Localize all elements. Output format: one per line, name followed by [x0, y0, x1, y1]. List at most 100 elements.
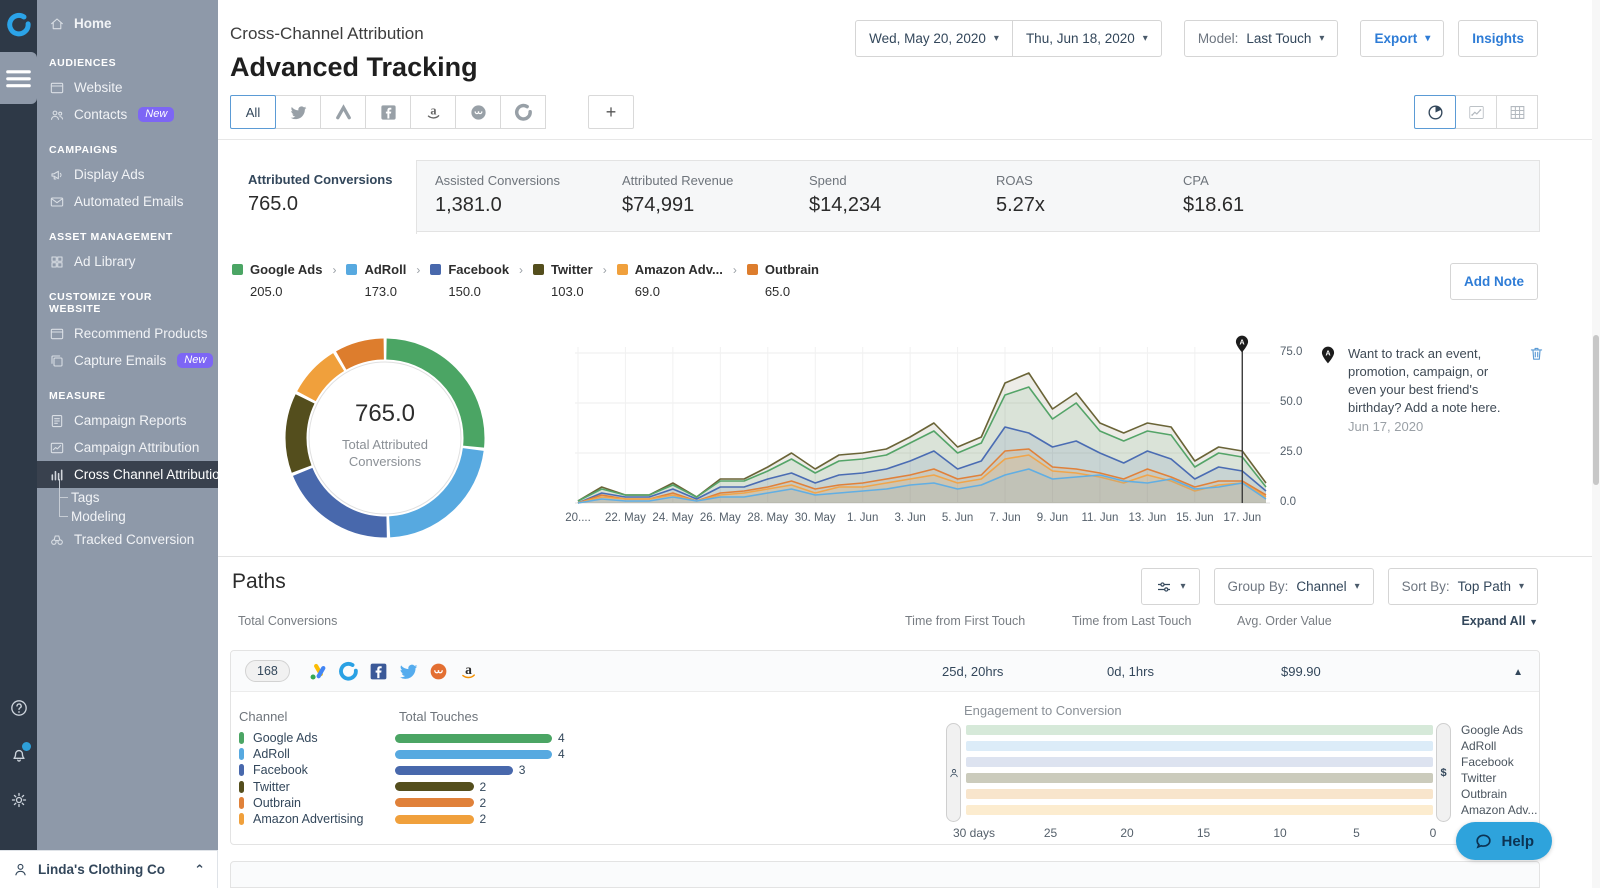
x-tick-label: 13. Jun [1129, 512, 1167, 524]
paths-filter-button[interactable]: ▾ [1141, 568, 1200, 605]
touches-row-google-ads: Google Ads4 [239, 730, 565, 746]
sidebar-item-home[interactable]: Home [37, 10, 218, 37]
timeline-end-handle[interactable]: $ [1436, 723, 1451, 822]
settings-gear-icon[interactable] [9, 790, 29, 810]
caret-down-icon: ▾ [1519, 581, 1524, 592]
kpi-roas[interactable]: ROAS5.27x [978, 161, 1165, 231]
group-by-selector[interactable]: Group By:Channel▾ [1214, 568, 1374, 605]
menu-toggle-icon[interactable] [0, 52, 37, 104]
sidebar-item-label: Tracked Conversion [74, 532, 194, 547]
insights-button[interactable]: Insights [1458, 20, 1538, 57]
col-avg-order-value: Avg. Order Value [1237, 614, 1332, 628]
touches-row-facebook: Facebook3 [239, 762, 565, 778]
touches-row-amazon-advertising: Amazon Advertising2 [239, 811, 565, 827]
page-title: Advanced Tracking [230, 52, 478, 83]
sidebar-item-capture-emails[interactable]: Capture EmailsNew [37, 347, 218, 374]
channel-tab-amazon[interactable]: a [410, 95, 456, 129]
account-switcher[interactable]: Linda's Clothing Co ⌃ [0, 850, 218, 888]
add-channel-tab-button[interactable]: + [588, 95, 634, 129]
col-time-last-touch: Time from Last Touch [1072, 614, 1192, 628]
help-button[interactable]: Help [1456, 822, 1552, 860]
app-root: HomeAUDIENCESWebsiteContactsNewCAMPAIGNS… [0, 0, 1600, 888]
view-toggle-linechart-icon[interactable] [1455, 95, 1497, 129]
next-path-row-card[interactable] [230, 861, 1540, 888]
channel-tab-all[interactable]: All [230, 95, 276, 129]
sidebar-item-recommend-products[interactable]: Recommend Products [37, 320, 218, 347]
x-tick-label: 1. Jun [847, 512, 878, 524]
note-pin-icon: A [1318, 345, 1338, 365]
channel-name: Outbrain [765, 262, 819, 277]
channel-name: Google Ads [250, 262, 322, 277]
x-tick-label: 3. Jun [894, 512, 925, 524]
col-total-conversions: Total Conversions [238, 614, 337, 628]
channel-color-swatch [346, 264, 357, 275]
expand-all-button[interactable]: Expand All ▼ [1461, 614, 1538, 628]
sliders-icon [1155, 578, 1173, 596]
collapse-row-icon[interactable]: ▲ [1513, 667, 1523, 678]
note-text: Want to track an event, promotion, campa… [1348, 345, 1518, 417]
kpi-value: 765.0 [248, 193, 416, 216]
engagement-x-tick: 5 [1353, 826, 1360, 840]
donut-center-label: Total Attributed Conversions [315, 436, 455, 470]
annotation-pin-icon[interactable]: A [1232, 334, 1252, 354]
sequence-channel-google-ads: Google Ads205.0 [232, 262, 322, 299]
channel-tab-twitter[interactable] [275, 95, 321, 129]
sidebar-item-campaign-reports[interactable]: Campaign Reports [37, 407, 218, 434]
sidebar-item-automated-emails[interactable]: Automated Emails [37, 188, 218, 215]
timeline-start-handle[interactable] [946, 723, 961, 822]
megaphone-icon [49, 167, 65, 183]
scrollbar-thumb[interactable] [1593, 335, 1599, 485]
channel-name: Twitter [551, 262, 593, 277]
touches-bar [395, 750, 552, 759]
icon-rail [0, 0, 37, 850]
channel-tab-adroll[interactable] [500, 95, 546, 129]
engagement-x-tick: 30 days [953, 826, 995, 840]
notifications-bell-icon[interactable] [9, 744, 29, 764]
engagement-track-label: Twitter [1461, 771, 1496, 785]
kpi-strip: Attributed Conversions 765.0Assisted Conv… [230, 160, 1540, 232]
account-name: Linda's Clothing Co [38, 862, 185, 877]
help-circle-icon[interactable] [9, 698, 29, 718]
channel-name: Outbrain [253, 796, 395, 810]
touches-bar [395, 815, 474, 824]
date-start-picker[interactable]: Wed, May 20, 2020▾ [855, 20, 1013, 57]
sidebar-item-modeling[interactable]: Modeling [37, 507, 218, 526]
channel-tab-facebook[interactable] [365, 95, 411, 129]
kpi-attributed-revenue[interactable]: Attributed Revenue$74,991 [604, 161, 791, 231]
kpi-value: $18.61 [1183, 194, 1352, 217]
channel-color-swatch [617, 264, 628, 275]
channel-color-swatch [239, 732, 244, 744]
channel-tab-google-ads[interactable] [320, 95, 366, 129]
view-toggle-table-icon[interactable] [1496, 95, 1538, 129]
kpi-label: Attributed Conversions [248, 172, 416, 187]
sidebar-item-tracked-conversion[interactable]: Tracked Conversion [37, 526, 218, 553]
sidebar-item-contacts[interactable]: ContactsNew [37, 101, 218, 128]
view-toggle-pie-icon[interactable] [1414, 95, 1456, 129]
channel-tab-outbrain[interactable] [455, 95, 501, 129]
kpi-spend[interactable]: Spend$14,234 [791, 161, 978, 231]
channel-name: Twitter [253, 780, 395, 794]
sort-by-selector[interactable]: Sort By:Top Path▾ [1388, 568, 1538, 605]
sidebar-item-campaign-attribution[interactable]: Campaign Attribution [37, 434, 218, 461]
date-end-picker[interactable]: Thu, Jun 18, 2020▾ [1013, 20, 1162, 57]
x-tick-label: 24. May [652, 512, 693, 524]
model-selector[interactable]: Model:Last Touch▾ [1184, 20, 1339, 57]
kpi-attributed-conversions[interactable]: Attributed Conversions 765.0 [230, 160, 417, 234]
export-button[interactable]: Export▾ [1360, 20, 1444, 57]
touches-column-header: Total Touches [399, 709, 478, 724]
channel-sequence: Google Ads205.0›AdRoll173.0›Facebook150.… [232, 262, 819, 299]
delete-note-trash-icon[interactable] [1528, 345, 1545, 362]
kpi-cpa[interactable]: CPA$18.61 [1165, 161, 1352, 231]
touches-value: 2 [480, 796, 487, 810]
sidebar-item-ad-library[interactable]: Ad Library [37, 248, 218, 275]
path-row-header[interactable]: 168 a 25d, 20hrs 0d, 1hrs $99.90 ▲ [231, 651, 1539, 692]
touches-bar [395, 766, 513, 775]
main-content: Cross-Channel Attribution Advanced Track… [218, 0, 1600, 888]
scrollbar-track[interactable] [1592, 0, 1600, 888]
sidebar-item-website[interactable]: Website [37, 74, 218, 101]
add-note-button[interactable]: Add Note [1450, 263, 1538, 300]
adroll-logo-icon[interactable] [6, 12, 32, 38]
chevron-right-icon: › [416, 263, 420, 277]
sidebar-item-display-ads[interactable]: Display Ads [37, 161, 218, 188]
kpi-assisted-conversions[interactable]: Assisted Conversions1,381.0 [417, 161, 604, 231]
